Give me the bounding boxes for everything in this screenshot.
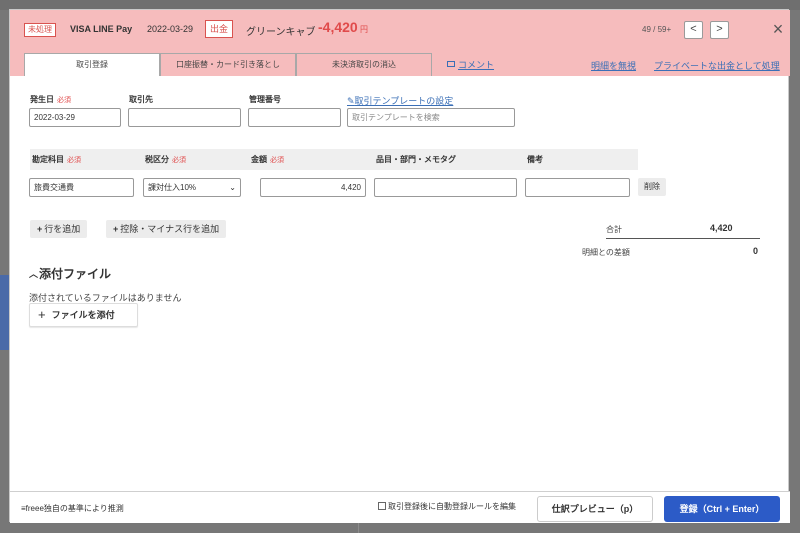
- plus-icon: +: [113, 224, 119, 234]
- private-link[interactable]: プライベートな出金として処理: [654, 59, 780, 72]
- transaction-amount: -4,420: [318, 19, 358, 35]
- inference-note: ≡freee独自の基準により推測: [21, 504, 124, 513]
- close-icon[interactable]: ×: [770, 20, 786, 38]
- register-button[interactable]: 登録（Ctrl + Enter）: [664, 496, 780, 522]
- total-label: 合計: [606, 225, 622, 234]
- entry-grid-header: 勘定科目 必須 税区分 必須 金額 必須 品目・部門・メモタグ 備考: [30, 149, 638, 170]
- tab-card-withdrawal[interactable]: 口座振替・カード引き落とし: [160, 53, 296, 76]
- attachments-toggle[interactable]: ︿添付ファイル: [29, 265, 111, 282]
- currency-unit: 円: [360, 25, 368, 34]
- note-input[interactable]: [525, 178, 630, 197]
- mgmt-number-label: 管理番号: [249, 95, 281, 104]
- checkbox-icon: [378, 502, 386, 510]
- pager-text: 49 / 59+: [642, 25, 672, 34]
- attach-file-button[interactable]: + ファイルを添付: [29, 303, 138, 327]
- plus-icon: +: [37, 224, 43, 234]
- partner-label: 取引先: [129, 95, 153, 104]
- total-value: 4,420: [710, 223, 733, 233]
- chevron-down-icon: ⌄: [229, 183, 236, 192]
- add-deduction-row-button[interactable]: + 控除・マイナス行を追加: [106, 220, 227, 238]
- prev-button[interactable]: <: [684, 21, 703, 39]
- partner-input[interactable]: [128, 108, 241, 127]
- journal-preview-button[interactable]: 仕訳プレビュー（p）: [537, 496, 653, 522]
- chevron-up-icon: ︿: [29, 269, 39, 279]
- add-row-button[interactable]: + 行を追加: [30, 220, 88, 238]
- item-header: 品目・部門・メモタグ: [376, 155, 456, 164]
- item-input[interactable]: [374, 178, 517, 197]
- modal-footer: ≡freee独自の基準により推測 取引登録後に自動登録ルールを編集 仕訳プレビュ…: [10, 491, 790, 523]
- amount-header: 金額 必須: [251, 155, 284, 164]
- partner-name: グリーンキャブ: [246, 27, 316, 38]
- account-header: 勘定科目 必須: [32, 155, 81, 164]
- plus-icon: +: [38, 307, 46, 322]
- tab-register[interactable]: 取引登録: [24, 53, 160, 76]
- ignore-link[interactable]: 明細を無視: [591, 59, 636, 72]
- note-header: 備考: [527, 155, 543, 164]
- template-settings-link[interactable]: ✎取引テンプレートの設定: [347, 94, 453, 107]
- tab-bar: 取引登録 口座振替・カード引き落とし 未決済取引の消込: [24, 53, 432, 76]
- difference-value: 0: [753, 246, 759, 256]
- transaction-type-badge: 出金: [205, 20, 234, 38]
- template-search-input[interactable]: 取引テンプレートを検索: [347, 108, 515, 127]
- chevron-right-icon: >: [716, 23, 723, 35]
- chevron-left-icon: <: [690, 23, 697, 35]
- date-input[interactable]: 2022-03-29: [29, 108, 121, 127]
- comment-link[interactable]: コメント: [447, 58, 494, 71]
- amount-input[interactable]: 4,420: [260, 178, 366, 197]
- next-button[interactable]: >: [710, 21, 729, 39]
- edit-icon: ✎: [347, 96, 355, 106]
- modal-header: 未処理 VISA LINE Pay 2022-03-29 出金 グリーンキャブ …: [10, 10, 790, 76]
- wallet-name: VISA LINE Pay: [70, 24, 133, 34]
- status-badge: 未処理: [24, 23, 56, 37]
- tab-reconcile[interactable]: 未決済取引の消込: [296, 53, 432, 76]
- comment-label: コメント: [458, 60, 495, 70]
- transaction-modal: 未処理 VISA LINE Pay 2022-03-29 出金 グリーンキャブ …: [9, 9, 790, 523]
- auto-rule-checkbox[interactable]: 取引登録後に自動登録ルールを編集: [378, 501, 516, 512]
- background-accent: [0, 275, 9, 350]
- tax-header: 税区分 必須: [145, 155, 186, 164]
- date-label: 発生日 必須: [30, 95, 71, 104]
- account-input[interactable]: 旅費交通費: [29, 178, 134, 197]
- transaction-date: 2022-03-29: [147, 24, 194, 34]
- difference-label: 明細との差額: [582, 248, 630, 257]
- tax-select[interactable]: 課対仕入10% ⌄: [143, 178, 241, 197]
- comment-icon: [447, 61, 455, 67]
- delete-row-button[interactable]: 削除: [638, 178, 666, 196]
- total-divider: [606, 238, 760, 239]
- background-divider: [358, 522, 359, 533]
- attachments-title: 添付ファイル: [39, 267, 112, 281]
- mgmt-number-input[interactable]: [248, 108, 341, 127]
